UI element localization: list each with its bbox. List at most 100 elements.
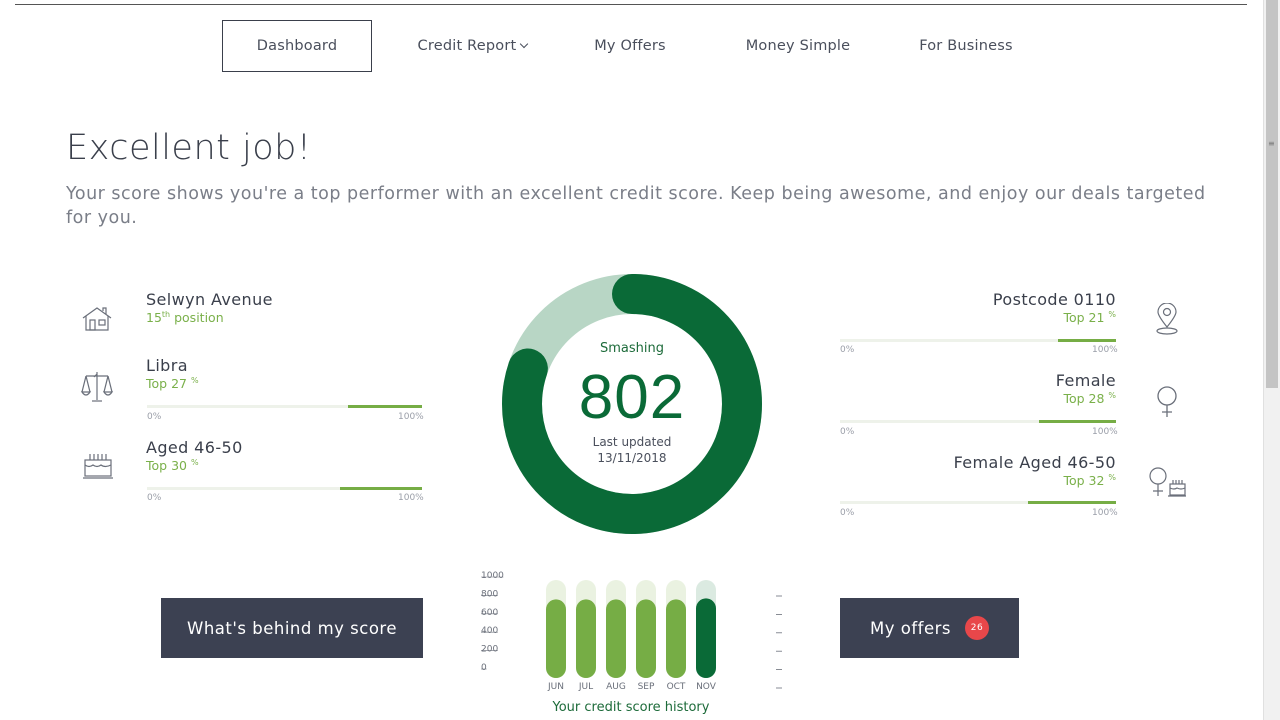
female-age-bar-min: 0% [840,508,855,518]
postcode-progress-bar [840,339,1116,342]
stat-female-rank-unit: % [1108,391,1116,400]
house-icon [81,306,113,332]
postcode-progress-fill [1058,339,1116,342]
stat-libra-rank-value: Top 27 [146,376,191,392]
history-bar[interactable] [666,599,686,678]
history-month-label: OCT [667,682,686,692]
stat-libra-rank-unit: % [190,376,199,385]
stat-age-title: Aged 46-50 [146,438,243,457]
last-updated-date: 13/11/2018 [597,451,667,465]
history-bar[interactable] [546,599,566,678]
birthday-cake-icon [81,452,113,480]
stat-female: Female Top 28 % [1056,371,1116,406]
history-month-label: JUN [547,682,564,692]
scrollbar-grip-icon: ≡ [1268,139,1275,148]
y-tick-label: 400 [481,626,498,636]
stat-postcode: Postcode 0110 Top 21 % [993,290,1116,325]
credit-score-gauge: Smashing 802 Last updated 13/11/2018 [502,274,762,534]
my-offers-label: My offers [870,618,951,638]
female-progress-fill [1038,420,1116,423]
history-month-label: AUG [606,682,626,692]
stat-street-position: 15th position [146,310,273,325]
y-tick-label: 200 [481,645,498,655]
stat-street-title: Selwyn Avenue [146,290,273,309]
my-offers-button[interactable]: My offers 26 [840,598,1019,658]
stat-female-age-rank-value: Top 32 [1063,473,1109,489]
top-divider [15,4,1247,5]
nav-money-simple-label: Money Simple [745,38,851,54]
history-bar[interactable] [696,598,716,678]
female-bar-min: 0% [840,427,855,437]
stat-postcode-rank-unit: % [1108,310,1116,319]
y-tick-label: 1000 [481,571,504,581]
stat-age-rank-unit: % [190,458,199,467]
stat-street-position-number: 15 [146,310,162,326]
page-title: Excellent job! [66,128,312,168]
nav-dashboard-label: Dashboard [256,38,338,54]
y-tick-label: 600 [481,608,498,618]
libra-bar-max: 100% [398,412,424,422]
history-bar[interactable] [636,599,656,678]
history-bar[interactable] [606,599,626,678]
female-age-bar-max: 100% [1092,508,1118,518]
credit-score-history-chart: 1000 800 600 400 200 0 JUN JUL AUG SEP OCT NOV [481,571,782,692]
stat-libra-title: Libra [146,356,188,375]
vertical-scrollbar[interactable] [1263,0,1280,720]
history-month-label: SEP [638,682,655,692]
page-subtitle: Your score shows you're a top performer … [66,184,1206,228]
stat-female-age-rank-unit: % [1108,473,1116,482]
stat-postcode-rank: Top 21 % [993,310,1116,325]
nav-dashboard[interactable]: Dashboard [222,20,372,72]
nav-for-business-label: For Business [919,38,1013,54]
female-age-progress-bar [840,501,1116,504]
scrollbar-thumb[interactable] [1266,0,1278,388]
stat-age-rank: Top 30 % [146,458,243,473]
stat-female-age-title: Female Aged 46-50 [953,453,1116,472]
stat-street: Selwyn Avenue 15th position [146,290,273,325]
female-cake-icon [1146,466,1188,500]
libra-progress-bar [147,405,422,408]
age-bar-max: 100% [398,493,424,503]
nav-credit-report[interactable]: Credit Report [400,20,545,72]
whats-behind-score-label: What's behind my score [187,618,397,638]
nav-credit-report-label: Credit Report [417,38,517,54]
stat-age: Aged 46-50 Top 30 % [146,438,243,473]
stat-female-rank-value: Top 28 [1063,391,1109,407]
stat-libra: Libra Top 27 % [146,356,199,391]
credit-score-history-title: Your credit score history [552,700,710,715]
stat-age-rank-value: Top 30 [146,458,191,474]
stat-street-position-suffix: th [161,310,171,319]
location-pin-icon [1155,303,1179,335]
nav-my-offers[interactable]: My Offers [560,20,700,72]
history-bar[interactable] [576,599,596,678]
stat-female-title: Female [1055,371,1116,390]
history-month-label: NOV [696,682,717,692]
libra-progress-fill [347,405,422,408]
stat-female-age-rank: Top 32 % [954,473,1116,488]
postcode-bar-max: 100% [1092,345,1118,355]
libra-scales-icon [80,370,114,404]
libra-bar-min: 0% [147,412,162,422]
female-age-progress-fill [1027,501,1116,504]
last-updated-label: Last updated [592,435,672,449]
nav-my-offers-label: My Offers [594,38,666,54]
credit-score-value: 802 [578,363,686,432]
stat-postcode-rank-value: Top 21 [1063,310,1109,326]
whats-behind-score-button[interactable]: What's behind my score [161,598,423,658]
nav-money-simple[interactable]: Money Simple [720,20,876,72]
female-bar-max: 100% [1092,427,1118,437]
stat-street-position-label: position [170,310,224,326]
score-status: Smashing [600,341,664,356]
y-tick-label: 0 [481,663,487,673]
female-icon [1155,385,1179,419]
stat-postcode-title: Postcode 0110 [992,290,1116,309]
stat-libra-rank: Top 27 % [146,376,199,391]
nav-for-business[interactable]: For Business [896,20,1036,72]
stat-female-rank: Top 28 % [1056,391,1116,406]
y-tick-label: 800 [481,589,498,599]
female-progress-bar [840,420,1116,423]
offers-count-badge: 26 [965,616,989,640]
stat-female-age: Female Aged 46-50 Top 32 % [954,453,1116,488]
age-bar-min: 0% [147,493,162,503]
age-progress-bar [147,487,422,490]
